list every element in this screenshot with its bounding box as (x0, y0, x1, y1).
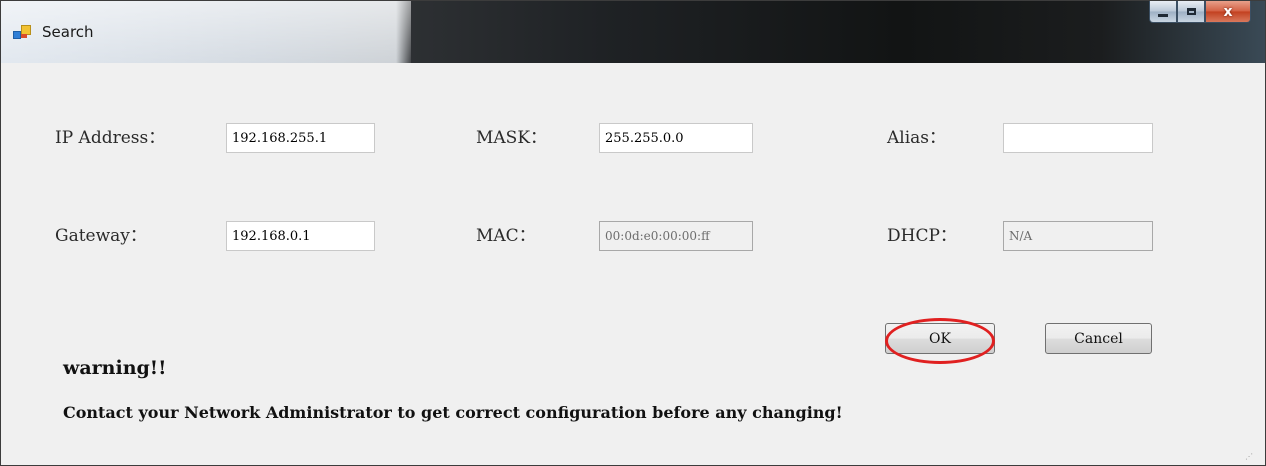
window-title: Search (42, 23, 94, 41)
dhcp-field: N/A (1003, 221, 1153, 251)
warning-message: Contact your Network Administrator to ge… (63, 403, 843, 422)
gateway-field[interactable]: 192.168.0.1 (226, 221, 375, 251)
mac-field: 00:0d:e0:00:00:ff (599, 221, 753, 251)
cancel-button[interactable]: Cancel (1045, 323, 1152, 354)
maximize-button[interactable] (1177, 1, 1205, 23)
ip-address-label: IP Address： (55, 128, 166, 148)
warning-title: warning!! (63, 357, 167, 379)
alias-field[interactable] (1003, 123, 1153, 153)
close-button[interactable]: x (1205, 1, 1251, 23)
mask-field[interactable]: 255.255.0.0 (599, 123, 753, 153)
ip-address-field[interactable]: 192.168.255.1 (226, 123, 375, 153)
search-dialog-window: Search x IP Address： 192.168.255.1 MASK：… (0, 0, 1266, 466)
resize-grip-icon[interactable]: ⋰ (1245, 453, 1255, 463)
mac-label: MAC： (476, 226, 536, 246)
minimize-icon (1158, 14, 1168, 17)
dialog-client-area: IP Address： 192.168.255.1 MASK： 255.255.… (9, 63, 1257, 465)
dhcp-label: DHCP： (887, 226, 957, 246)
close-icon: x (1223, 3, 1233, 20)
alias-label: Alias： (887, 128, 947, 148)
maximize-icon (1186, 8, 1196, 15)
ok-button[interactable]: OK (885, 323, 995, 354)
title-bar[interactable]: Search x (1, 1, 1265, 63)
caption-buttons: x (1149, 1, 1251, 23)
app-window-icon[interactable] (13, 25, 33, 39)
mask-label: MASK： (476, 128, 548, 148)
gateway-label: Gateway： (55, 226, 147, 246)
minimize-button[interactable] (1149, 1, 1177, 23)
